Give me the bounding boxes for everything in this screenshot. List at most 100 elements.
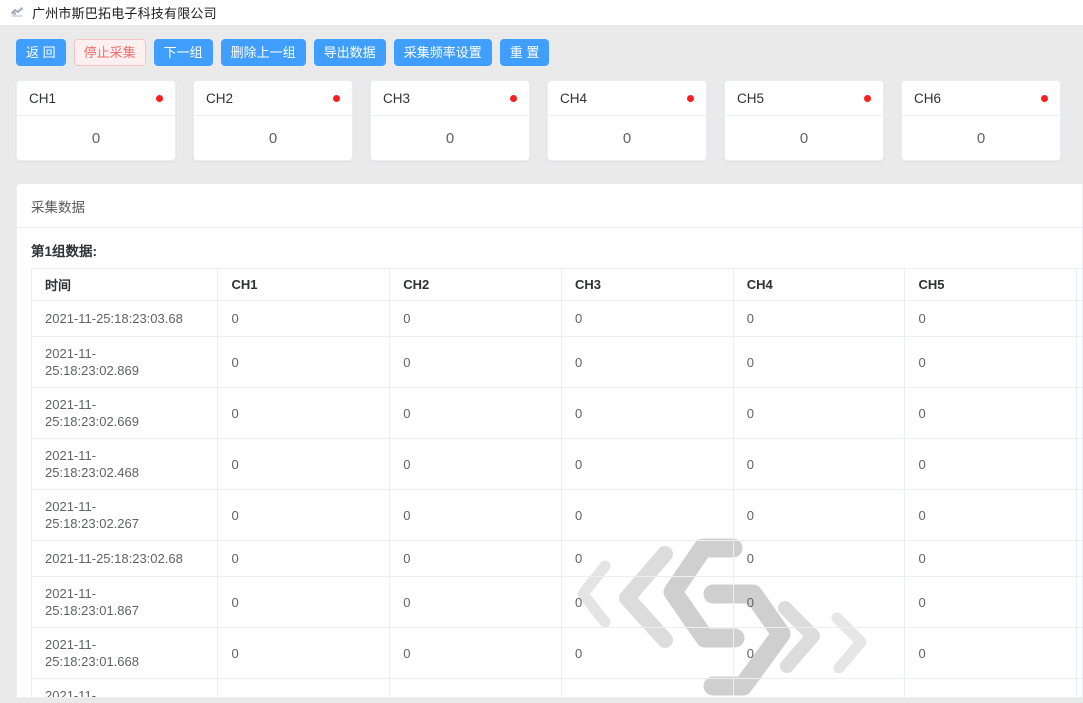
channel-status-dot-icon bbox=[864, 94, 871, 102]
panel-header-title: 采集数据 bbox=[17, 184, 1082, 228]
channel-value: 0 bbox=[91, 129, 101, 147]
cell-ch1: 0 bbox=[217, 627, 391, 679]
channel-value: 0 bbox=[976, 129, 986, 147]
page-title: 广州市斯巴拓电子科技有限公司 bbox=[32, 6, 217, 21]
cell-time: 2021-11-25:18:23:03.68 bbox=[30, 300, 219, 337]
cell-ch3: 0 bbox=[561, 438, 734, 490]
next-group-button[interactable]: 下一组 bbox=[153, 39, 213, 66]
site-favicon-icon bbox=[10, 5, 25, 20]
channel-card-header: CH1 bbox=[17, 81, 175, 116]
channel-card-header: CH4 bbox=[548, 81, 706, 116]
cell-ch1: 0 bbox=[217, 540, 391, 577]
cell-ch4: 0 bbox=[733, 678, 906, 697]
cell-time: 2021-11- 25:18:23:02.267 bbox=[30, 489, 219, 541]
table-row[interactable]: 2021-11-25:18:23:02.869000000 bbox=[30, 336, 1082, 388]
cell-ch1: 0 bbox=[217, 678, 391, 697]
acquisition-data-table: 时间 CH1 CH2 CH3 CH4 CH5 CH6 2021-11-25:18… bbox=[30, 268, 1082, 697]
column-header-ch2: CH2 bbox=[389, 268, 562, 301]
cell-ch5: 0 bbox=[904, 300, 1078, 337]
channel-status-dot-icon bbox=[333, 94, 340, 102]
cell-ch3: 0 bbox=[561, 300, 734, 337]
cell-ch2: 0 bbox=[389, 387, 562, 439]
channel-name-label: CH4 bbox=[560, 90, 588, 106]
cell-ch1: 0 bbox=[217, 300, 391, 337]
delete-previous-group-button[interactable]: 删除上一组 bbox=[220, 39, 306, 66]
cell-ch3: 0 bbox=[561, 576, 734, 628]
channel-card[interactable]: CH5 0 bbox=[724, 80, 884, 161]
cell-ch1: 0 bbox=[217, 576, 391, 628]
cell-ch6: 0 bbox=[1076, 300, 1082, 337]
channel-status-dot-icon bbox=[510, 94, 517, 102]
table-row[interactable]: 2021-11-25:18:23:03.68000000 bbox=[30, 300, 1082, 337]
channel-card[interactable]: CH2 0 bbox=[193, 80, 353, 161]
back-button[interactable]: 返 回 bbox=[16, 39, 66, 66]
cell-time: 2021-11- 25:18:23:02.669 bbox=[30, 387, 219, 439]
column-header-ch5: CH5 bbox=[904, 268, 1078, 301]
column-header-ch3: CH3 bbox=[561, 268, 734, 301]
cell-ch3: 0 bbox=[561, 387, 734, 439]
channel-cards-row: CH1 0 CH2 0 CH3 0 CH4 0 CH5 0 CH6 0 bbox=[0, 80, 1083, 176]
column-header-ch6: CH6 bbox=[1076, 268, 1082, 301]
cell-ch6: 0 bbox=[1076, 678, 1082, 697]
cell-ch2: 0 bbox=[389, 627, 562, 679]
cell-time: 2021-11-25:18:23:01.467 bbox=[30, 678, 219, 697]
cell-ch5: 0 bbox=[904, 387, 1078, 439]
channel-card[interactable]: CH3 0 bbox=[370, 80, 530, 161]
channel-card[interactable]: CH4 0 bbox=[547, 80, 707, 161]
column-header-ch4: CH4 bbox=[733, 268, 906, 301]
cell-ch3: 0 bbox=[561, 678, 734, 697]
cell-time: 2021-11- 25:18:23:02.869 bbox=[30, 336, 219, 388]
cell-ch2: 0 bbox=[389, 576, 562, 628]
channel-card-header: CH3 bbox=[371, 81, 529, 116]
cell-ch6: 0 bbox=[1076, 627, 1082, 679]
table-row[interactable]: 2021-11-25:18:23:01.668000000 bbox=[30, 627, 1082, 679]
channel-name-label: CH3 bbox=[383, 90, 411, 106]
reset-button[interactable]: 重 置 bbox=[499, 39, 550, 66]
export-data-button[interactable]: 导出数据 bbox=[313, 39, 386, 66]
channel-card[interactable]: CH1 0 bbox=[16, 80, 176, 161]
channel-value: 0 bbox=[799, 129, 809, 147]
data-table-container[interactable]: 时间 CH1 CH2 CH3 CH4 CH5 CH6 2021-11-25:18… bbox=[30, 268, 1082, 697]
cell-ch2: 0 bbox=[389, 489, 562, 541]
table-row[interactable]: 2021-11-25:18:23:02.468000000 bbox=[30, 438, 1082, 490]
sampling-frequency-settings-button[interactable]: 采集频率设置 bbox=[393, 39, 492, 66]
channel-name-label: CH5 bbox=[737, 90, 765, 106]
cell-ch4: 0 bbox=[733, 387, 906, 439]
channel-name-label: CH1 bbox=[29, 90, 57, 106]
channel-card-header: CH2 bbox=[194, 81, 352, 116]
table-row[interactable]: 2021-11-25:18:23:01.867000000 bbox=[30, 576, 1082, 628]
table-row[interactable]: 2021-11-25:18:23:02.267000000 bbox=[30, 489, 1082, 541]
cell-ch5: 0 bbox=[904, 438, 1078, 490]
table-row[interactable]: 2021-11-25:18:23:02.68000000 bbox=[30, 540, 1082, 577]
cell-ch6: 0 bbox=[1076, 336, 1082, 388]
cell-ch4: 0 bbox=[733, 627, 906, 679]
cell-ch3: 0 bbox=[561, 489, 734, 541]
cell-ch4: 0 bbox=[733, 438, 906, 490]
table-header-row: 时间 CH1 CH2 CH3 CH4 CH5 CH6 bbox=[30, 268, 1082, 301]
cell-ch4: 0 bbox=[733, 576, 906, 628]
column-header-ch1: CH1 bbox=[217, 268, 391, 301]
channel-value: 0 bbox=[622, 129, 632, 147]
cell-ch4: 0 bbox=[733, 336, 906, 388]
cell-ch6: 0 bbox=[1076, 438, 1082, 490]
channel-card[interactable]: CH6 0 bbox=[901, 80, 1061, 161]
cell-ch6: 0 bbox=[1076, 576, 1082, 628]
table-row[interactable]: 2021-11-25:18:23:01.467000000 bbox=[30, 678, 1082, 697]
browser-title-bar: 广州市斯巴拓电子科技有限公司 bbox=[0, 0, 1083, 25]
channel-card-header: CH6 bbox=[902, 81, 1060, 116]
panel-body: 第1组数据: 时间 CH1 CH2 CH3 CH4 CH5 CH6 bbox=[17, 228, 1082, 697]
cell-ch1: 0 bbox=[217, 336, 391, 388]
table-row[interactable]: 2021-11-25:18:23:02.669000000 bbox=[30, 387, 1082, 439]
cell-ch6: 0 bbox=[1076, 489, 1082, 541]
cell-time: 2021-11-25:18:23:02.68 bbox=[30, 540, 219, 577]
cell-ch5: 0 bbox=[904, 336, 1078, 388]
stop-acquisition-button[interactable]: 停止采集 bbox=[73, 39, 146, 66]
channel-card-header: CH5 bbox=[725, 81, 883, 116]
cell-ch5: 0 bbox=[904, 576, 1078, 628]
cell-ch1: 0 bbox=[217, 438, 391, 490]
cell-ch2: 0 bbox=[389, 678, 562, 697]
cell-ch1: 0 bbox=[217, 387, 391, 439]
column-header-time: 时间 bbox=[30, 268, 219, 301]
cell-ch5: 0 bbox=[904, 540, 1078, 577]
cell-ch6: 0 bbox=[1076, 387, 1082, 439]
